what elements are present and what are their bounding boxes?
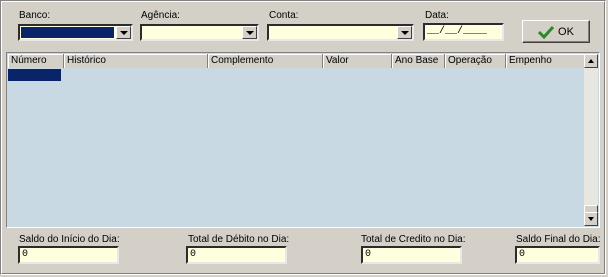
grid-header: Número Histórico Complemento Valor Ano B… — [8, 54, 586, 68]
chevron-down-icon[interactable] — [242, 26, 257, 39]
scroll-up-icon[interactable] — [584, 54, 598, 68]
total-credito-field[interactable]: 0 — [361, 246, 462, 264]
check-icon — [538, 25, 555, 39]
conta-select[interactable] — [267, 24, 414, 41]
banco-label: Banco: — [19, 10, 51, 21]
saldo-final-label: Saldo Final do Dia: — [516, 234, 601, 245]
column-header[interactable]: Complemento — [208, 54, 323, 68]
column-header[interactable]: Valor — [323, 54, 392, 68]
conta-label: Conta: — [269, 10, 299, 21]
agencia-label: Agência: — [141, 10, 180, 21]
column-header[interactable]: Número — [8, 54, 64, 68]
chevron-down-icon[interactable] — [116, 26, 131, 39]
saldo-inicio-field[interactable]: 0 — [18, 246, 119, 264]
ok-button-label: OK — [558, 25, 574, 38]
ok-button[interactable]: OK — [522, 20, 590, 43]
vertical-scrollbar[interactable] — [584, 54, 598, 226]
column-header[interactable]: Empenho — [506, 54, 586, 68]
banco-selection — [21, 27, 114, 38]
column-header[interactable]: Histórico — [64, 54, 208, 68]
chevron-down-icon[interactable] — [397, 26, 412, 39]
banco-select[interactable] — [18, 24, 133, 41]
column-header[interactable]: Operação — [445, 54, 506, 68]
total-debito-field[interactable]: 0 — [186, 246, 287, 264]
total-credito-label: Total de Credito no Dia: — [361, 234, 466, 245]
column-header[interactable]: Ano Base — [392, 54, 445, 68]
data-label: Data: — [425, 10, 449, 21]
data-input[interactable]: __/__/____ — [423, 23, 504, 41]
total-debito-label: Total de Débito no Dia: — [188, 234, 290, 245]
lancamentos-grid[interactable]: Número Histórico Complemento Valor Ano B… — [6, 52, 600, 228]
scroll-down-icon[interactable] — [584, 212, 598, 226]
selected-cell[interactable] — [8, 69, 61, 81]
saldo-final-field[interactable]: 0 — [515, 246, 600, 264]
agencia-select[interactable] — [140, 24, 259, 41]
saldo-inicio-label: Saldo do Início do Dia: — [19, 234, 120, 245]
